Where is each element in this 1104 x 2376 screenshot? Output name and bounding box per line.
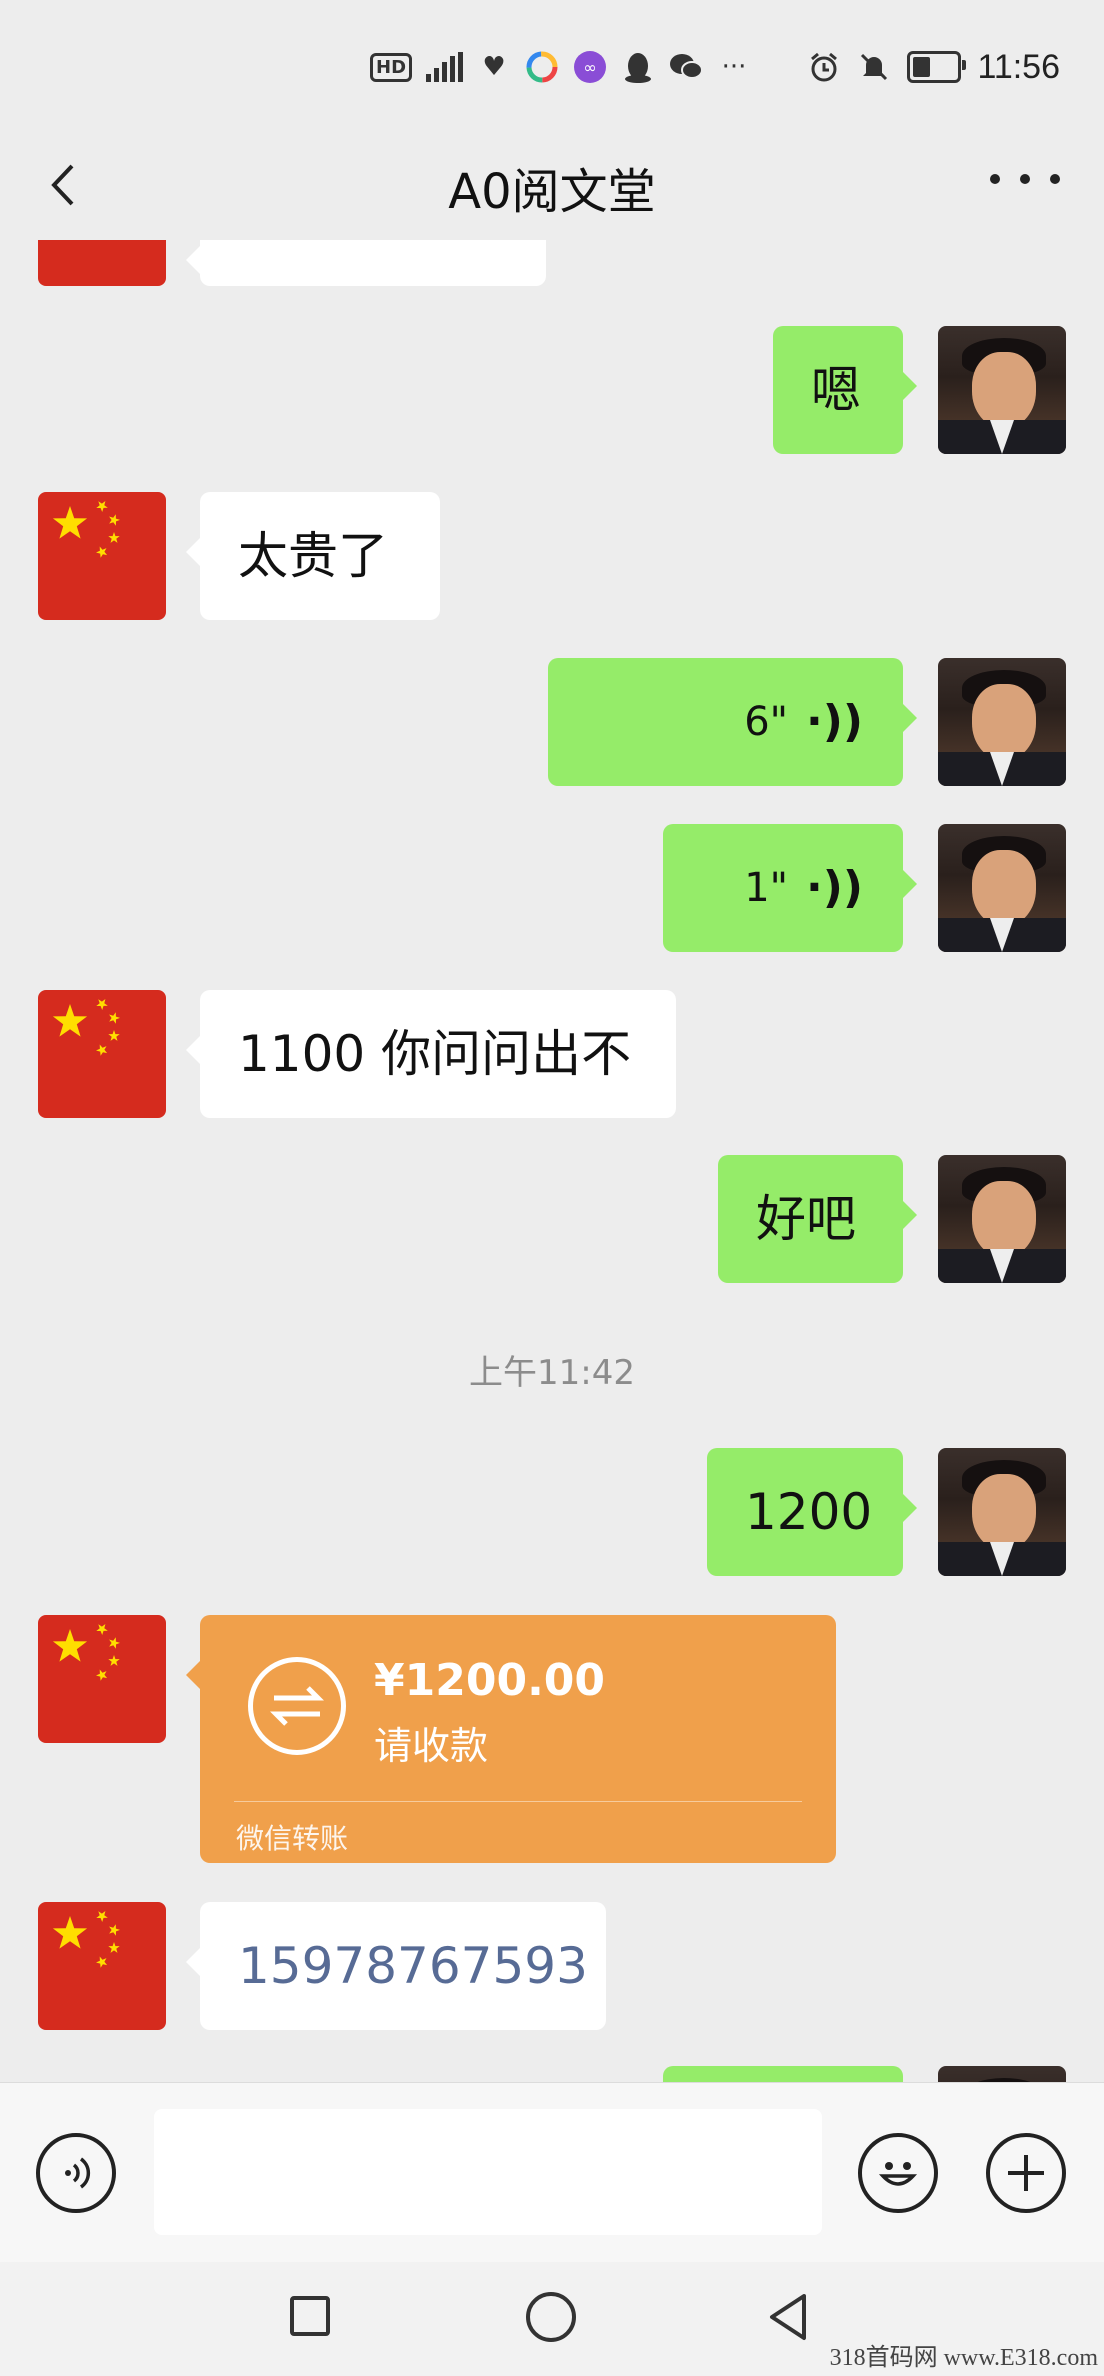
more-dot — [1020, 174, 1030, 184]
transfer-amount: ¥1200.00 — [374, 1655, 606, 1706]
message-bubble[interactable]: 1100 你问问出不 — [186, 990, 676, 1118]
message-input[interactable] — [154, 2109, 822, 2235]
chat-title: A0阅文堂 — [448, 164, 656, 220]
my-avatar[interactable] — [938, 1155, 1066, 1283]
phone-number-link[interactable]: 15978767593 — [238, 1941, 588, 1991]
hd-icon: HD — [370, 52, 413, 82]
voice-duration: 6" — [744, 699, 789, 745]
message-bubble[interactable]: 15978767593 — [186, 1902, 606, 2030]
status-right-icons: 11:56 — [807, 42, 1060, 92]
contact-avatar[interactable] — [38, 1902, 166, 2030]
message-bubble[interactable]: 1200 — [707, 1448, 917, 1576]
more-dot — [990, 174, 1000, 184]
voice-message[interactable]: 6" ((· — [548, 658, 917, 786]
china-flag-icon — [52, 1624, 120, 1681]
my-avatar[interactable] — [938, 1448, 1066, 1576]
watermark: 318首码网 www.E318.com — [829, 2345, 1098, 2371]
message-text: 1100 你问问出不 — [238, 1025, 632, 1083]
svg-text:∞: ∞ — [583, 58, 596, 77]
emoji-icon — [878, 2162, 918, 2186]
qq-icon — [621, 50, 655, 84]
health-icon: ♥ — [482, 52, 506, 82]
contact-avatar[interactable] — [38, 1615, 166, 1743]
china-flag-icon — [52, 999, 120, 1056]
message-list[interactable]: 嗯 太贵了 6" ((· 1" ((· 1100 你问问出不 好吧 上午11:4… — [0, 240, 1104, 2082]
message-bubble-partial[interactable] — [663, 2066, 903, 2082]
status-left-icons: HD ♥ ∞ ··· — [370, 42, 751, 92]
chat-header: A0阅文堂 — [0, 130, 1104, 240]
transfer-status: 请收款 — [374, 1724, 489, 1768]
more-dots-icon: ··· — [721, 52, 747, 82]
more-dot — [1050, 174, 1060, 184]
message-bubble[interactable] — [186, 240, 546, 286]
voice-mode-icon — [65, 2157, 91, 2189]
transfer-label: 微信转账 — [236, 1822, 349, 1855]
alarm-icon — [807, 50, 841, 84]
voice-message[interactable]: 1" ((· — [663, 824, 917, 952]
china-flag-icon — [38, 240, 166, 286]
voice-mode-button[interactable] — [36, 2133, 116, 2213]
app-icon — [525, 50, 559, 84]
contact-avatar[interactable] — [38, 240, 166, 286]
message-timestamp: 上午11:42 — [469, 1353, 635, 1393]
mute-icon — [857, 50, 891, 84]
china-flag-icon — [52, 1911, 120, 1968]
my-avatar-partial[interactable] — [938, 2066, 1066, 2082]
message-text: 太贵了 — [238, 527, 388, 585]
message-bubble[interactable]: 嗯 — [773, 326, 917, 454]
back-icon[interactable] — [768, 2292, 808, 2342]
loop-app-icon: ∞ — [573, 50, 607, 84]
my-avatar[interactable] — [938, 824, 1066, 952]
system-nav-bar: 318首码网 www.E318.com — [0, 2262, 1104, 2376]
status-time: 11:56 — [977, 47, 1060, 86]
contact-avatar[interactable] — [38, 990, 166, 1118]
home-icon[interactable] — [526, 2292, 576, 2342]
message-bubble[interactable]: 太贵了 — [186, 492, 440, 620]
transfer-divider — [234, 1801, 802, 1802]
chat-more-button[interactable] — [990, 154, 1060, 204]
voice-duration: 1" — [744, 865, 789, 911]
voice-wave-icon: ((· — [806, 862, 863, 913]
recent-apps-icon[interactable] — [290, 2296, 330, 2336]
message-bubble[interactable]: 好吧 — [718, 1155, 917, 1283]
emoji-button[interactable] — [858, 2133, 938, 2213]
battery-icon — [907, 51, 967, 83]
plus-button[interactable] — [986, 2133, 1066, 2213]
china-flag-icon — [52, 501, 120, 558]
voice-wave-icon: ((· — [806, 696, 863, 747]
signal-icon — [426, 52, 464, 82]
my-avatar[interactable] — [938, 326, 1066, 454]
status-bar: HD ♥ ∞ ··· 11:56 — [0, 0, 1104, 130]
transfer-card[interactable]: ¥1200.00 请收款 微信转账 — [186, 1615, 836, 1863]
plus-icon — [1008, 2155, 1044, 2191]
transfer-arrows-icon — [248, 1657, 346, 1755]
message-text: 嗯 — [811, 361, 861, 419]
wechat-icon — [669, 50, 704, 84]
my-avatar[interactable] — [938, 658, 1066, 786]
message-text: 1200 — [745, 1483, 873, 1541]
message-text: 好吧 — [756, 1190, 856, 1248]
contact-avatar[interactable] — [38, 492, 166, 620]
input-bar — [0, 2082, 1104, 2263]
